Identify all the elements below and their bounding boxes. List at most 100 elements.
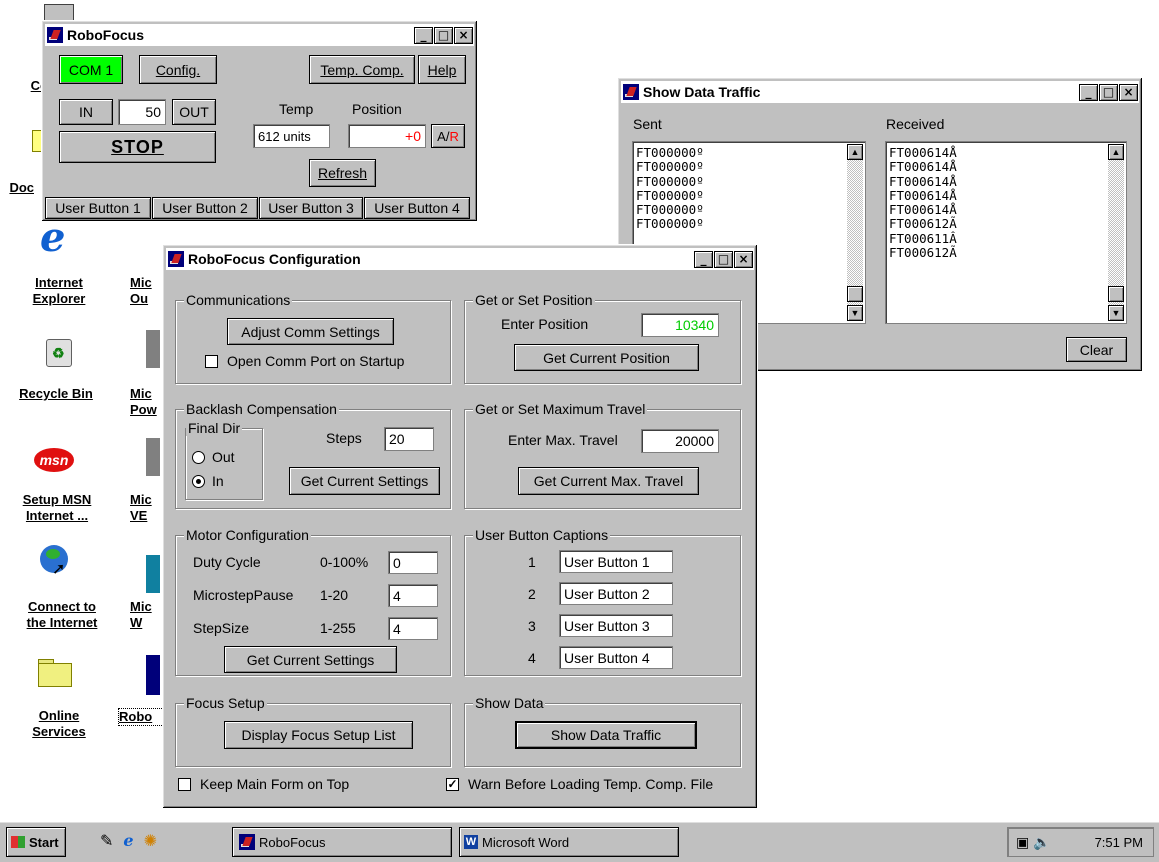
stop-button[interactable]: STOP	[59, 131, 216, 163]
desktop-icon-label[interactable]: Doc	[0, 180, 34, 196]
minimize-button[interactable]: _	[1079, 83, 1098, 101]
taskbar-item-word[interactable]: W Microsoft Word	[459, 827, 679, 857]
final-dir-group: Final Dir Out In	[185, 420, 263, 500]
shortcut-icon[interactable]	[146, 655, 160, 695]
scroll-up-icon[interactable]: ▲	[847, 144, 863, 160]
received-list[interactable]: FT000614Å FT000614Å FT000614Å FT000614Å FT00…	[885, 141, 1127, 324]
max-travel-group: Get or Set Maximum Travel Enter Max. Tra…	[464, 401, 741, 509]
desktop-icon-label[interactable]: Connect to the Internet	[14, 599, 110, 631]
scroll-thumb[interactable]	[1108, 286, 1124, 302]
get-current-max-travel-button[interactable]: Get Current Max. Travel	[518, 467, 699, 495]
user-button-3-caption-input[interactable]: User Button 3	[559, 614, 673, 637]
robofocus-app-icon	[47, 27, 63, 43]
config-button[interactable]: Config.	[139, 55, 217, 84]
shortcut-icon[interactable]	[146, 555, 160, 593]
warn-before-loading-checkbox[interactable]: ✓	[446, 778, 459, 791]
help-button[interactable]: Help	[418, 55, 466, 84]
scroll-up-icon[interactable]: ▲	[1108, 144, 1124, 160]
step-size-input[interactable]: 50	[118, 99, 166, 125]
keep-on-top-checkbox[interactable]	[178, 778, 191, 791]
open-comm-on-startup-label: Open Comm Port on Startup	[227, 353, 405, 369]
auto-relative-button[interactable]: A/R	[431, 124, 465, 148]
scroll-thumb[interactable]	[847, 286, 863, 302]
shortcut-icon[interactable]	[146, 330, 160, 368]
minimize-button[interactable]: _	[414, 26, 433, 44]
list-item: FT000614Å	[889, 202, 957, 218]
scroll-down-icon[interactable]: ▼	[1108, 305, 1124, 321]
microstep-pause-label: MicrostepPause	[193, 587, 294, 603]
temp-comp-button[interactable]: Temp. Comp.	[309, 55, 415, 84]
desktop-icon-label[interactable]: Internet Explorer	[14, 275, 104, 307]
adjust-comm-settings-button[interactable]: Adjust Comm Settings	[227, 318, 394, 345]
clear-button[interactable]: Clear	[1066, 337, 1127, 362]
step-size-label: StepSize	[193, 620, 250, 636]
taskbar-item-robofocus[interactable]: RoboFocus	[232, 827, 452, 857]
position-input[interactable]: 10340	[641, 313, 719, 337]
open-comm-on-startup-checkbox[interactable]	[205, 355, 218, 368]
duty-cycle-input[interactable]: 0	[388, 551, 438, 574]
position-value: +0	[348, 124, 426, 148]
recycle-bin-icon[interactable]: ♻	[44, 335, 72, 367]
user-button-1[interactable]: User Button 1	[45, 197, 151, 219]
vertical-scrollbar[interactable]: ▲ ▼	[1108, 144, 1124, 321]
desktop-icon-label[interactable]: Online Services	[14, 708, 104, 740]
minimize-button[interactable]: _	[694, 250, 713, 268]
shortcut-icon[interactable]	[146, 438, 160, 476]
channels-icon[interactable]: ✺	[144, 831, 157, 851]
close-button[interactable]: ×	[734, 250, 753, 268]
network-icon[interactable]: ▣	[1016, 834, 1029, 851]
list-item: FT000611Â	[889, 230, 957, 246]
desktop-icon-label[interactable]: Recycle Bin	[6, 386, 106, 402]
group-title: Final Dir	[186, 420, 243, 436]
clock: 7:51 PM	[1094, 834, 1143, 850]
user-button-4[interactable]: User Button 4	[364, 197, 470, 219]
maximize-button[interactable]: □	[714, 250, 733, 268]
title-bar[interactable]: RoboFocus _ □ ×	[45, 24, 474, 46]
msn-icon[interactable]: msn	[34, 448, 74, 472]
maximize-button[interactable]: □	[1099, 83, 1118, 101]
get-motor-settings-button[interactable]: Get Current Settings	[224, 646, 397, 673]
folder-icon[interactable]	[38, 655, 72, 687]
com-port-button[interactable]: COM 1	[59, 55, 123, 84]
window-title: RoboFocus Configuration	[188, 251, 361, 267]
display-focus-setup-list-button[interactable]: Display Focus Setup List	[224, 721, 413, 749]
start-button[interactable]: Start	[6, 827, 66, 857]
microstep-pause-input[interactable]: 4	[388, 584, 438, 607]
vertical-scrollbar[interactable]: ▲ ▼	[847, 144, 863, 321]
close-button[interactable]: ×	[1119, 83, 1138, 101]
list-item: FT000000º	[636, 145, 704, 160]
title-bar[interactable]: Show Data Traffic _ □ ×	[621, 81, 1139, 103]
user-button-1-caption-input[interactable]: User Button 1	[559, 550, 673, 573]
connect-icon[interactable]: ➚	[38, 545, 70, 578]
direction-out-label: Out	[212, 449, 235, 465]
list-item: FT000000º	[636, 202, 704, 218]
refresh-button[interactable]: Refresh	[309, 159, 376, 187]
scroll-down-icon[interactable]: ▼	[847, 305, 863, 321]
close-button[interactable]: ×	[454, 26, 473, 44]
step-size-config-input[interactable]: 4	[388, 617, 438, 640]
get-current-position-button[interactable]: Get Current Position	[514, 344, 699, 371]
in-button[interactable]: IN	[59, 99, 113, 125]
show-data-traffic-button[interactable]: Show Data Traffic	[515, 721, 697, 749]
steps-input[interactable]: 20	[384, 427, 434, 451]
internet-explorer-icon[interactable]: e	[40, 218, 72, 258]
user-button-4-caption-input[interactable]: User Button 4	[559, 646, 673, 669]
user-button-3[interactable]: User Button 3	[259, 197, 363, 219]
configuration-window: RoboFocus Configuration _ □ × Communicat…	[162, 244, 758, 809]
show-desktop-icon[interactable]: ✎	[100, 831, 113, 851]
volume-icon[interactable]: 🔈	[1033, 834, 1050, 851]
direction-in-radio[interactable]	[192, 475, 205, 488]
get-current-settings-button[interactable]: Get Current Settings	[289, 467, 440, 495]
enter-max-travel-label: Enter Max. Travel	[508, 432, 618, 448]
title-bar[interactable]: RoboFocus Configuration _ □ ×	[166, 248, 754, 270]
maximize-button[interactable]: □	[434, 26, 453, 44]
desktop-icon-label[interactable]: Setup MSN Internet ...	[12, 492, 102, 524]
out-button[interactable]: OUT	[172, 99, 216, 125]
max-travel-input[interactable]: 20000	[641, 429, 719, 453]
internet-explorer-icon[interactable]: e	[123, 831, 133, 851]
steps-label: Steps	[326, 430, 362, 446]
user-button-2-caption-input[interactable]: User Button 2	[559, 582, 673, 605]
direction-out-radio[interactable]	[192, 451, 205, 464]
user-button-2[interactable]: User Button 2	[152, 197, 258, 219]
temp-header: Temp	[279, 101, 314, 117]
